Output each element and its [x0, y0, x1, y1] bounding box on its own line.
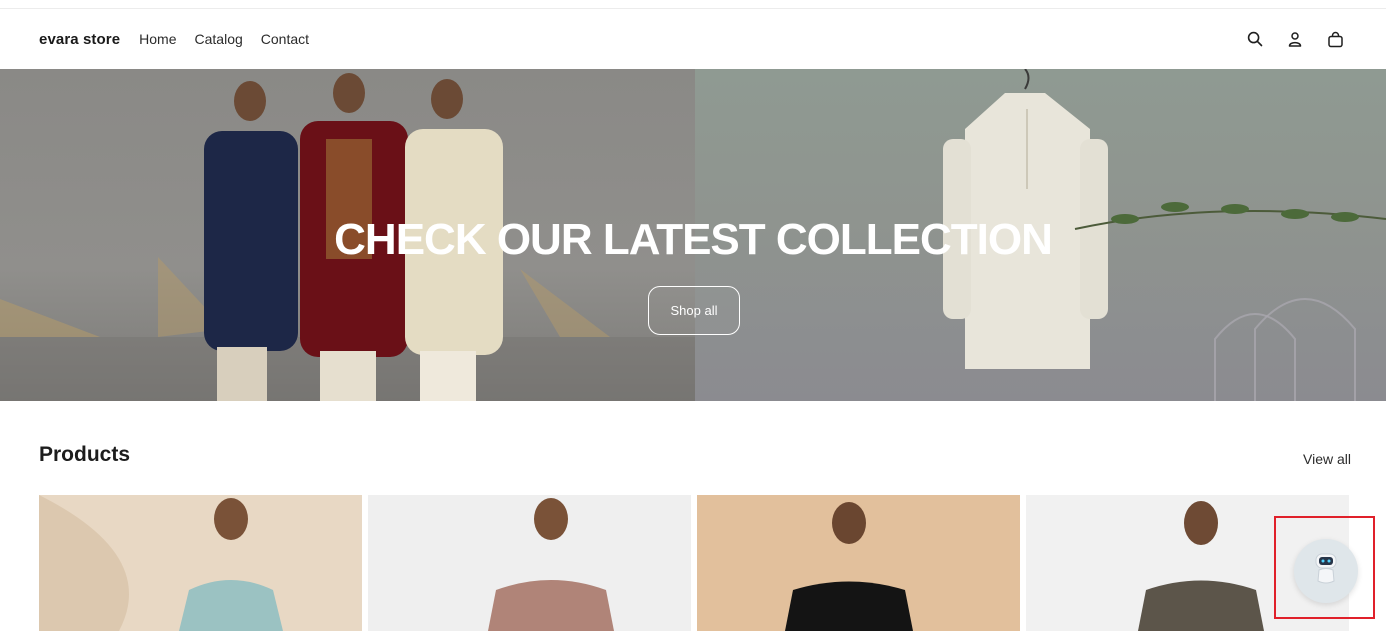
cart-bag-icon[interactable]	[1325, 29, 1345, 49]
product-card-3[interactable]	[697, 495, 1020, 631]
main-nav: Home Catalog Contact	[139, 31, 309, 47]
hero-overlay: CHECK OUR LATEST COLLECTION Shop all	[0, 69, 1386, 401]
header-icons	[1245, 29, 1345, 49]
search-icon[interactable]	[1245, 29, 1265, 49]
site-header: evara store Home Catalog Contact	[0, 9, 1386, 69]
store-logo[interactable]: evara store	[39, 31, 120, 48]
chatbot-launcher-button[interactable]	[1294, 539, 1358, 603]
product-card-2[interactable]	[368, 495, 691, 631]
product-card-1[interactable]	[39, 495, 362, 631]
product-grid	[39, 495, 1349, 631]
top-strip	[0, 0, 1386, 9]
account-icon[interactable]	[1285, 29, 1305, 49]
nav-contact-link[interactable]: Contact	[261, 31, 309, 47]
hero-banner: CHECK OUR LATEST COLLECTION Shop all	[0, 69, 1386, 401]
nav-catalog-link[interactable]: Catalog	[195, 31, 243, 47]
hero-title: CHECK OUR LATEST COLLECTION	[334, 215, 1053, 264]
nav-home-link[interactable]: Home	[139, 31, 176, 47]
shop-all-button[interactable]: Shop all	[648, 286, 740, 335]
products-heading: Products	[39, 443, 131, 466]
chatbot-robot-icon	[1311, 551, 1341, 592]
view-all-link[interactable]: View all	[1303, 451, 1351, 467]
